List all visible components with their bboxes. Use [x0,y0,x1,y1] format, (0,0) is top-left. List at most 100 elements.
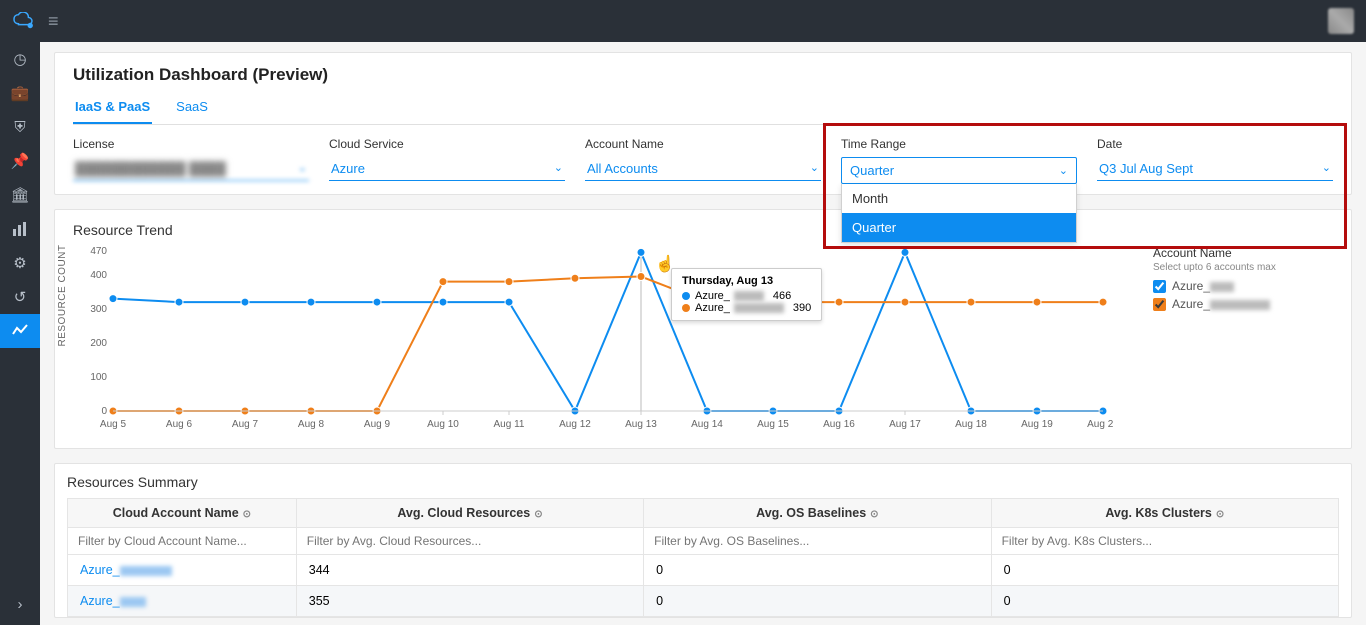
tooltip-series-0-value: 466 [773,290,791,302]
sidebar-item-settings[interactable]: ⚙ [0,246,40,280]
svg-text:Aug 17: Aug 17 [889,419,921,430]
filter-input-k8s[interactable] [992,528,1338,554]
cloud-service-select[interactable]: Azure⌄ [329,157,565,181]
filter-date: Date Q3 Jul Aug Sept⌄ [1097,137,1333,184]
tabs: IaaS & PaaS SaaS [73,93,1333,125]
svg-text:0: 0 [101,406,107,417]
cell-avg-k8s-1: 0 [992,586,1338,616]
svg-text:Aug 8: Aug 8 [298,419,325,430]
filter-cloud-service: Cloud Service Azure⌄ [329,137,565,184]
filter-license: License ████████████ ████⌄ [73,137,309,184]
tooltip-series-0-name: Azure_ [695,290,768,302]
dropdown-option-month[interactable]: Month [842,184,1076,213]
chevron-down-icon: ⌄ [1059,164,1068,177]
dropdown-option-quarter[interactable]: Quarter [842,213,1076,242]
cell-avg-os-1: 0 [644,586,990,616]
filter-input-account[interactable] [68,528,296,554]
menu-toggle-icon[interactable]: ≡ [48,11,59,32]
filter-input-cloud[interactable] [297,528,643,554]
chart-svg: 0100200300400470Aug 5Aug 6Aug 7Aug 8Aug … [73,246,1113,436]
main-content: Utilization Dashboard (Preview) IaaS & P… [40,42,1366,625]
filters-row: License ████████████ ████⌄ Cloud Service… [73,137,1333,184]
svg-text:Aug 19: Aug 19 [1021,419,1053,430]
tab-iaas-paas[interactable]: IaaS & PaaS [73,93,152,124]
filter-account-name-label: Account Name [585,137,821,151]
sidebar-item-dashboard[interactable]: ◷ [0,42,40,76]
date-select[interactable]: Q3 Jul Aug Sept⌄ [1097,157,1333,181]
svg-text:Aug 6: Aug 6 [166,419,193,430]
chart-area: RESOURCE COUNT 0100200300400470Aug 5Aug … [73,246,1113,436]
col-avg-cloud[interactable]: Avg. Cloud Resources⊙ [296,499,643,528]
col-avg-os[interactable]: Avg. OS Baselines⊙ [644,499,991,528]
cell-avg-cloud-0: 344 [297,555,643,585]
filter-account-name: Account Name All Accounts⌄ [585,137,821,184]
sidebar-item-utilization[interactable] [0,314,40,348]
logo-icon [12,12,34,30]
summary-table: Cloud Account Name⊙ Avg. Cloud Resources… [67,498,1339,617]
svg-text:Aug 16: Aug 16 [823,419,855,430]
summary-panel: Resources Summary Cloud Account Name⊙ Av… [54,463,1352,618]
tooltip-series-1-name: Azure_ [695,302,788,314]
chart-tooltip: Thursday, Aug 13 Azure_ 466 Azure_ 390 [671,268,822,321]
legend-item-0[interactable]: Azure_ [1153,279,1276,293]
sidebar-expand-icon[interactable]: › [0,587,40,621]
sidebar-item-reports[interactable] [0,212,40,246]
avatar[interactable] [1328,8,1354,34]
chevron-down-icon: ⌄ [298,161,307,174]
svg-text:Aug 14: Aug 14 [691,419,723,430]
col-cloud-account[interactable]: Cloud Account Name⊙ [68,499,297,528]
table-row: Azure_ 344 0 0 [68,555,1339,586]
tooltip-dot-blue [682,292,690,300]
svg-text:300: 300 [90,304,107,315]
col-avg-k8s[interactable]: Avg. K8s Clusters⊙ [991,499,1338,528]
chevron-down-icon: ⌄ [810,161,819,174]
chevron-down-icon: ⌄ [554,161,563,174]
legend-checkbox-0[interactable] [1153,280,1166,293]
summary-title: Resources Summary [67,474,1339,490]
account-name-select[interactable]: All Accounts⌄ [585,157,821,181]
chart-legend: Account Name Select upto 6 accounts max … [1153,246,1276,436]
filter-license-label: License [73,137,309,151]
sidebar-item-governance[interactable]: 🏛 [0,178,40,212]
svg-text:Aug 10: Aug 10 [427,419,459,430]
filter-cloud-service-label: Cloud Service [329,137,565,151]
svg-text:Aug 9: Aug 9 [364,419,391,430]
account-link-1[interactable]: Azure_ [80,594,146,608]
svg-text:Aug 18: Aug 18 [955,419,987,430]
cell-avg-cloud-1: 355 [297,586,643,616]
sidebar-item-pin[interactable]: 📌 [0,144,40,178]
sort-icon: ⊙ [534,509,542,520]
svg-text:Aug 15: Aug 15 [757,419,789,430]
filter-date-label: Date [1097,137,1333,151]
sort-icon: ⊙ [243,509,251,520]
sort-icon: ⊙ [1216,509,1224,520]
svg-text:200: 200 [90,338,107,349]
legend-checkbox-1[interactable] [1153,298,1166,311]
time-range-select[interactable]: Quarter⌄ [841,157,1077,184]
sidebar-item-briefcase[interactable]: 💼 [0,76,40,110]
filter-time-range: Time Range Quarter⌄ [841,137,1077,184]
chart-title: Resource Trend [73,222,1333,238]
account-link-0[interactable]: Azure_ [80,563,172,577]
tab-saas[interactable]: SaaS [174,93,210,124]
filter-input-os[interactable] [644,528,990,554]
sidebar-item-history[interactable]: ↺ [0,280,40,314]
svg-text:400: 400 [90,270,107,281]
cell-avg-k8s-0: 0 [992,555,1338,585]
sidebar: ◷ 💼 ⛨ 📌 🏛 ⚙ ↺ › [0,42,40,625]
license-select[interactable]: ████████████ ████⌄ [73,157,309,181]
page-title: Utilization Dashboard (Preview) [73,65,1333,85]
svg-text:Aug 20: Aug 20 [1087,419,1113,430]
legend-item-1[interactable]: Azure_ [1153,297,1276,311]
cell-avg-os-0: 0 [644,555,990,585]
chart-panel: Resource Trend RESOURCE COUNT 0100200300… [54,209,1352,449]
dashboard-panel: Utilization Dashboard (Preview) IaaS & P… [54,52,1352,195]
tooltip-dot-orange [682,304,690,312]
tooltip-date: Thursday, Aug 13 [682,275,811,287]
chevron-down-icon: ⌄ [1322,161,1331,174]
sidebar-item-shield[interactable]: ⛨ [0,110,40,144]
tooltip-series-1-value: 390 [793,302,811,314]
legend-subtitle: Select upto 6 accounts max [1153,262,1276,273]
svg-text:Aug 5: Aug 5 [100,419,127,430]
svg-text:100: 100 [90,372,107,383]
